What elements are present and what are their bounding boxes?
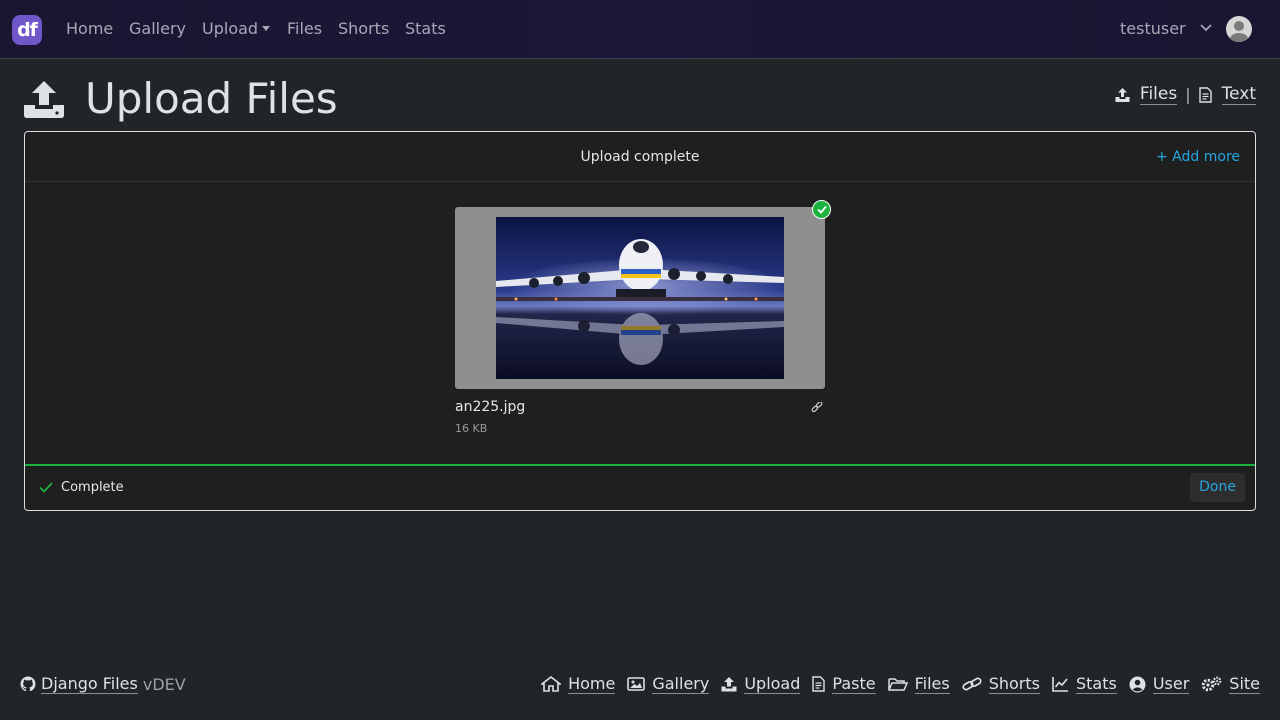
nav-upload-dropdown[interactable]: Upload [202,19,271,38]
upload-mode-switch: Files | Text [1115,84,1256,105]
nav-gallery[interactable]: Gallery [129,19,186,38]
gears-icon [1201,676,1222,691]
footer-link-label: Files [914,674,950,694]
nav-upload-label: Upload [202,19,259,38]
mode-files-link[interactable]: Files [1115,84,1178,105]
navbar: df Home Gallery Upload Files Shorts Stat… [0,0,1280,59]
file-name: an225.jpg [455,399,526,415]
footer-links: Home Gallery Upload Paste Files Shorts S… [529,674,1260,694]
upload-icon [721,677,737,692]
mode-separator: | [1185,84,1191,104]
caret-down-icon [262,26,271,31]
upload-success-badge [812,200,831,219]
upload-status-text: Upload complete [580,149,700,165]
footer-link-stats[interactable]: Stats [1052,674,1117,694]
folder-open-icon [887,678,908,691]
footer-project: Django Files vDEV [20,674,186,694]
footer-link-label: User [1152,674,1190,694]
username: testuser [1120,19,1186,38]
avatar[interactable] [1226,16,1252,42]
footer-link-home[interactable]: Home [541,674,616,694]
page-title: Upload Files [85,74,338,123]
footer-link-shorts[interactable]: Shorts [962,674,1040,694]
uploader-status-bar: Complete Done [25,464,1255,510]
footer-link-label: Home [568,674,616,694]
nav-home[interactable]: Home [66,19,113,38]
nav-stats[interactable]: Stats [405,19,446,38]
footer-link-files[interactable]: Files [887,674,950,694]
brand-logo[interactable]: df [12,15,42,45]
file-thumbnail [496,217,784,379]
complete-indicator: Complete [39,480,124,495]
user-menu[interactable]: testuser [1120,19,1213,38]
file-text-icon [812,676,826,692]
footer-link-label: Shorts [988,674,1040,694]
complete-label: Complete [61,480,124,495]
link-icon[interactable] [811,402,823,414]
mode-text-link[interactable]: Text [1198,84,1256,105]
footer-link-paste[interactable]: Paste [812,674,876,694]
check-icon [39,482,53,493]
uploader-dashboard: Upload complete + Add more an225.jpg 16 … [24,131,1256,511]
footer-link-upload[interactable]: Upload [721,674,801,694]
mode-files-label: Files [1139,84,1178,105]
footer-link-label: Stats [1075,674,1117,694]
nav-files[interactable]: Files [287,19,322,38]
user-silhouette-icon [1230,21,1248,42]
link-icon [962,677,982,691]
footer-link-gallery[interactable]: Gallery [627,674,710,694]
footer-link-label: Gallery [652,674,710,694]
footer-project-link[interactable]: Django Files [41,674,138,694]
images-icon [627,677,646,691]
house-icon [541,676,562,692]
done-button[interactable]: Done [1190,473,1245,502]
footer-link-site[interactable]: Site [1201,674,1260,694]
user-circle-icon [1129,676,1146,692]
nav-shorts[interactable]: Shorts [338,19,389,38]
check-icon [816,205,827,214]
mode-text-label: Text [1221,84,1256,105]
airplane-image [496,217,784,379]
file-text-icon [1198,86,1212,103]
footer-link-label: Paste [832,674,876,694]
file-size: 16 KB [455,422,488,435]
upload-icon [1115,87,1130,102]
file-preview-card [455,207,825,389]
chevron-down-icon [1200,24,1212,32]
add-more-button[interactable]: + Add more [1156,149,1240,165]
footer-link-label: Site [1229,674,1260,694]
chart-line-icon [1052,677,1068,692]
footer-version: vDEV [142,674,186,694]
footer-link-user[interactable]: User [1129,674,1190,694]
footer-link-label: Upload [744,674,801,694]
github-icon [20,676,36,692]
uploader-header: Upload complete + Add more [25,132,1255,182]
upload-icon [24,81,64,118]
